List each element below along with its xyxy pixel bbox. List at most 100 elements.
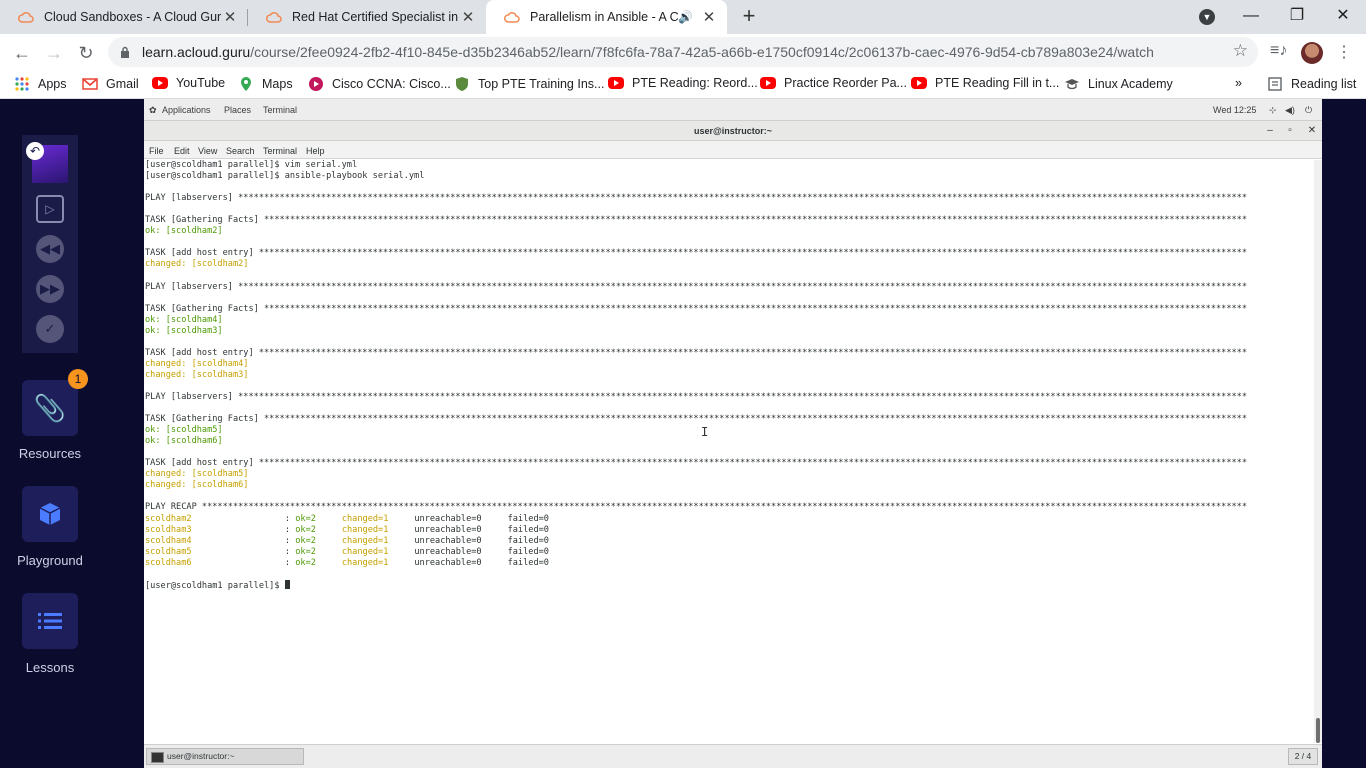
resources-label: Resources [18, 446, 82, 461]
close-icon[interactable]: ✕ [1303, 121, 1321, 141]
profile-avatar[interactable] [1301, 42, 1323, 64]
bookmark-apps[interactable]: Apps [14, 76, 67, 92]
playground-button[interactable] [22, 486, 78, 542]
tab-title: Parallelism in Ansible - A Clo [530, 10, 679, 24]
lessons-button[interactable] [22, 593, 78, 649]
reading-list-button[interactable]: Reading list [1267, 76, 1356, 92]
terminal-output[interactable]: [user@scoldham1 parallel]$ vim serial.ym… [144, 160, 1314, 743]
minimize-button[interactable]: — [1228, 0, 1274, 34]
menu-help[interactable]: Help [306, 146, 325, 156]
tab-parallelism[interactable]: Parallelism in Ansible - A Clo 🔊 ✕ [486, 0, 727, 34]
recap-ok: ok=2 [295, 524, 316, 535]
speaker-icon[interactable]: 🔊 [678, 10, 693, 24]
bookmark-label: YouTube [176, 76, 226, 90]
tab-search-icon[interactable]: ▼ [1199, 9, 1215, 25]
bookmark-star-icon[interactable]: ☆ [1233, 41, 1248, 61]
menu-kebab-icon[interactable]: ⋮ [1336, 42, 1352, 62]
reload-icon[interactable]: ↻ [72, 39, 100, 67]
menu-view[interactable]: View [198, 146, 217, 156]
menu-edit[interactable]: Edit [174, 146, 190, 156]
terminal-line: changed: [scoldham6] [145, 480, 249, 491]
menu-search[interactable]: Search [226, 146, 255, 156]
applications-menu[interactable]: Applications [162, 105, 211, 115]
maximize-icon[interactable]: ▫ [1281, 121, 1299, 141]
recap-changed: changed=1 [341, 557, 389, 568]
maximize-button[interactable]: ❐ [1274, 0, 1320, 34]
forward-arrow-icon[interactable]: → [40, 39, 68, 67]
recap-row: scoldham2: ok=2 changed=1 unreachable=0 fai… [145, 514, 1314, 525]
lessons-label: Lessons [25, 660, 75, 675]
close-tab-icon[interactable]: ✕ [701, 8, 717, 26]
tab-cloud-sandboxes[interactable]: Cloud Sandboxes - A Cloud Guru ✕ [0, 0, 248, 34]
recap-ok: ok=2 [295, 546, 316, 557]
places-menu[interactable]: Places [224, 105, 251, 115]
gnome-foot-icon[interactable]: ✿ [149, 105, 157, 116]
terminal-menu[interactable]: Terminal [263, 105, 297, 115]
workspace-switcher[interactable]: 2 / 4 [1288, 748, 1318, 765]
shell-prompt-line[interactable]: [user@scoldham1 parallel]$ [145, 579, 1314, 591]
bookmark-maps[interactable]: Maps [238, 76, 293, 92]
text-cursor-icon: I [701, 425, 709, 439]
youtube-icon [152, 77, 168, 89]
terminal-line: TASK [Gathering Facts] *****************… [145, 215, 1248, 226]
menu-terminal[interactable]: Terminal [263, 146, 297, 156]
terminal-scrollbar[interactable] [1314, 160, 1322, 743]
menu-file[interactable]: File [149, 146, 164, 156]
bookmark-top-pte[interactable]: Top PTE Training Ins... [454, 76, 604, 92]
terminal-line: changed: [scoldham2] [145, 259, 249, 270]
media-control-icon[interactable]: ≡♪ [1270, 42, 1287, 60]
taskbar-terminal-item[interactable]: user@instructor:~ [146, 748, 304, 765]
address-bar[interactable]: learn.acloud.guru/course/2fee0924-2fb2-4… [108, 37, 1258, 67]
scrollbar-thumb[interactable] [1316, 718, 1320, 743]
bookmark-label: PTE Reading: Reord... [632, 76, 758, 90]
recap-colon: : [284, 513, 296, 524]
recap-changed: changed=1 [341, 524, 389, 535]
terminal-line: TASK [add host entry] ******************… [145, 458, 1248, 469]
close-tab-icon[interactable]: ✕ [222, 8, 238, 26]
toggle-panel-icon[interactable]: ▷ [36, 195, 64, 223]
fast-forward-icon[interactable]: ▶▶ [36, 275, 64, 303]
tab-strip: Cloud Sandboxes - A Cloud Guru ✕ Red Hat… [0, 0, 1366, 34]
recap-row: scoldham3: ok=2 changed=1 unreachable=0 fai… [145, 525, 1314, 536]
close-window-button[interactable]: ✕ [1320, 0, 1366, 34]
browser-toolbar: ← → ↻ learn.acloud.guru/course/2fee0924-… [0, 34, 1366, 71]
recap-colon: : [284, 535, 296, 546]
tab-red-hat[interactable]: Red Hat Certified Specialist in An ✕ [248, 0, 486, 34]
close-tab-icon[interactable]: ✕ [460, 8, 476, 26]
maps-pin-icon [241, 77, 251, 91]
network-icon[interactable]: ⊹ [1269, 105, 1277, 116]
new-tab-button[interactable]: + [736, 4, 762, 30]
clock[interactable]: Wed 12:25 [1213, 105, 1256, 115]
terminal-line: ok: [scoldham2] [145, 226, 223, 237]
power-icon[interactable]: ⏻ [1305, 105, 1312, 116]
remote-desktop[interactable]: ✿ Applications Places Terminal Wed 12:25… [144, 99, 1322, 768]
back-icon[interactable]: ↶ [26, 142, 44, 160]
bookmark-practice-reorder[interactable]: Practice Reorder Pa... [760, 76, 907, 90]
complete-check-icon[interactable]: ✓ [36, 315, 64, 343]
resources-button[interactable]: 📎 [22, 380, 78, 436]
window-title: user@instructor:~ [693, 126, 773, 136]
bookmark-pte-fill[interactable]: PTE Reading Fill in t... [911, 76, 1059, 90]
youtube-icon [760, 77, 776, 89]
back-arrow-icon[interactable]: ← [8, 39, 36, 67]
volume-icon[interactable]: ◀) [1285, 105, 1295, 116]
bookmark-linux-academy[interactable]: Linux Academy [1064, 76, 1173, 92]
recap-failed: failed=0 [507, 535, 549, 546]
terminal-line: PLAY [labservers] **********************… [145, 281, 1248, 292]
recap-host: scoldham5 [145, 546, 192, 557]
recap-failed: failed=0 [507, 557, 549, 568]
bookmark-cisco[interactable]: Cisco CCNA: Cisco... [308, 76, 451, 92]
lock-icon [121, 46, 129, 58]
bookmark-label: Maps [262, 77, 293, 91]
minimize-icon[interactable]: – [1261, 121, 1279, 141]
bookmark-pte-reading-reorder[interactable]: PTE Reading: Reord... [608, 76, 758, 90]
more-bookmarks-button[interactable]: » [1235, 76, 1242, 90]
rewind-icon[interactable]: ◀◀ [36, 235, 64, 263]
recap-row: scoldham5: ok=2 changed=1 unreachable=0 fai… [145, 547, 1314, 558]
bookmark-youtube[interactable]: YouTube [152, 76, 225, 90]
bookmark-gmail[interactable]: Gmail [82, 76, 139, 92]
